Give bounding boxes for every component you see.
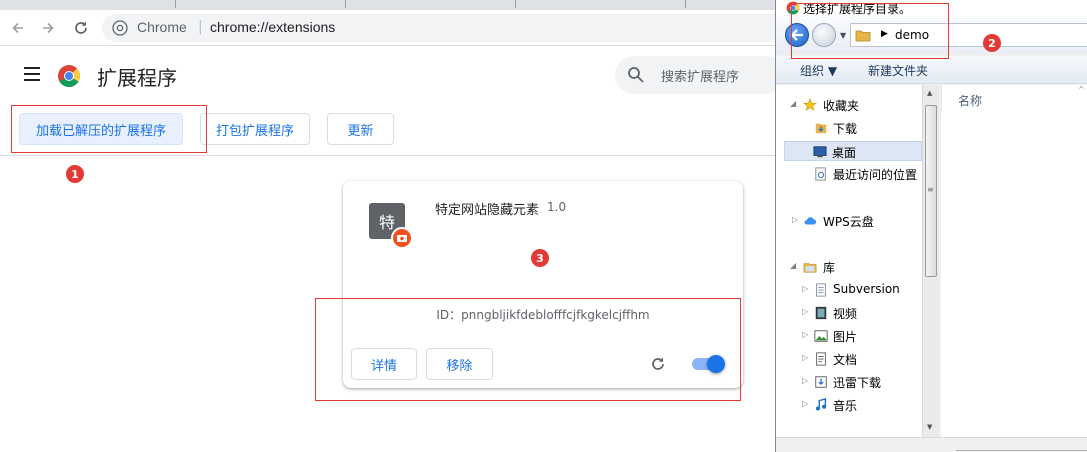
extension-name: 特定网站隐藏元素 (435, 203, 540, 218)
tree-item-music[interactable]: ▷ 音乐 (776, 395, 928, 415)
document-library-icon (816, 283, 826, 297)
picture-icon (814, 330, 828, 342)
tree-label: Subversion (833, 282, 900, 296)
tree-label: 图片 (833, 330, 858, 344)
download-folder-icon (815, 376, 827, 388)
tree-label: 视频 (833, 307, 858, 321)
unpacked-badge-icon (391, 227, 413, 249)
expand-icon[interactable]: ▷ (802, 376, 808, 385)
filename-field-edge (956, 450, 1087, 451)
annotation-marker-3: 3 (531, 249, 549, 267)
star-icon (803, 98, 817, 111)
extensions-search[interactable]: 搜索扩展程序 (615, 56, 785, 94)
arrow-left-icon (12, 22, 23, 34)
file-list-pane: 名称 ^ (941, 85, 1087, 437)
tree-label: 最近访问的位置 (833, 168, 918, 182)
extensions-header: 扩展程序 搜索扩展程序 (0, 47, 785, 103)
annotation-box-3 (315, 298, 741, 401)
collapse-icon[interactable]: ◢ (790, 99, 796, 108)
arrow-right-icon (43, 22, 54, 34)
sort-indicator-icon: ^ (1078, 85, 1085, 94)
desktop-icon (813, 146, 827, 158)
cloud-icon (804, 217, 817, 225)
chrome-logo-icon (58, 65, 80, 87)
tree-label: 库 (823, 261, 836, 275)
library-icon (803, 263, 817, 273)
tree-item-videos[interactable]: ▷ 视频 (776, 303, 928, 323)
url-divider: | (198, 19, 203, 35)
back-button[interactable] (6, 16, 30, 40)
annotation-marker-2: 2 (983, 34, 1001, 52)
tree-item-recent[interactable]: 最近访问的位置 (776, 164, 928, 184)
expand-icon[interactable]: ▷ (802, 330, 808, 339)
music-note-icon (815, 398, 827, 411)
tree-label: WPS云盘 (823, 215, 874, 229)
tree-item-xunlei[interactable]: ▷ 迅雷下载 (776, 372, 928, 392)
folder-download-icon (815, 123, 827, 134)
tree-item-desktop[interactable]: 桌面 (784, 141, 922, 161)
scroll-up-icon[interactable]: ▲ (927, 89, 932, 97)
annotation-marker-1: 1 (66, 165, 84, 183)
navigation-tree: ◢ 收藏夹 下载 桌面 最近访问的位置 ▷ WPS云盘 ◢ 库 ▷ Subver… (776, 85, 928, 437)
tree-item-favorites[interactable]: ◢ 收藏夹 (776, 95, 928, 115)
url-text: chrome://extensions (210, 19, 336, 35)
site-name: Chrome (137, 19, 187, 35)
tree-item-subversion[interactable]: ▷ Subversion (776, 280, 928, 300)
expand-icon[interactable]: ▷ (802, 307, 808, 316)
expand-icon[interactable]: ▷ (802, 284, 808, 293)
hamburger-menu-icon[interactable] (24, 67, 42, 81)
page-title: 扩展程序 (97, 66, 177, 90)
document-icon (816, 352, 826, 366)
tree-label: 文档 (833, 353, 858, 367)
tab-separator (685, 0, 686, 8)
reload-button[interactable] (69, 16, 93, 40)
collapse-icon[interactable]: ◢ (790, 261, 796, 270)
folder-picker-dialog: 选择扩展程序目录。 ▼ ▶ demo 组织 ▼ 新建文件夹 ◢ 收藏夹 下载 桌… (775, 0, 1087, 452)
search-icon (628, 67, 644, 83)
tree-label: 桌面 (832, 146, 857, 160)
tree-label: 音乐 (833, 399, 858, 413)
tab-separator (175, 0, 176, 8)
scroll-down-icon[interactable]: ▼ (927, 423, 932, 431)
column-header-name[interactable]: 名称 (958, 92, 982, 109)
search-placeholder: 搜索扩展程序 (661, 70, 740, 85)
tab-separator (345, 0, 346, 8)
expand-icon[interactable]: ▷ (792, 215, 798, 224)
tree-item-libraries[interactable]: ◢ 库 (776, 257, 928, 277)
tree-item-pictures[interactable]: ▷ 图片 (776, 326, 928, 346)
new-folder-button[interactable]: 新建文件夹 (868, 62, 928, 79)
expand-icon[interactable]: ▷ (802, 353, 808, 362)
pack-extension-button[interactable]: 打包扩展程序 (200, 113, 310, 145)
tab-strip (0, 0, 775, 10)
reload-icon (75, 22, 87, 34)
recent-places-icon (815, 167, 826, 181)
tree-item-wps[interactable]: ▷ WPS云盘 (776, 211, 928, 231)
chrome-site-icon (112, 20, 128, 36)
expand-icon[interactable]: ▷ (802, 399, 808, 408)
browser-toolbar: Chrome | chrome://extensions (0, 10, 792, 46)
organize-menu[interactable]: 组织 ▼ (800, 62, 837, 79)
tree-item-documents[interactable]: ▷ 文档 (776, 349, 928, 369)
tree-label: 迅雷下载 (833, 376, 882, 390)
chrome-window: Chrome | chrome://extensions 扩展程序 搜索扩展程序… (0, 0, 792, 452)
address-bar[interactable]: Chrome | chrome://extensions (102, 14, 792, 42)
tree-scrollbar[interactable]: ▲ ≡ ▼ (922, 85, 939, 437)
update-button[interactable]: 更新 (327, 113, 394, 145)
extension-version: 1.0 (547, 200, 567, 214)
column-separator (941, 85, 942, 113)
dialog-command-bar: 组织 ▼ 新建文件夹 (776, 56, 1087, 84)
tree-item-downloads[interactable]: 下载 (776, 118, 928, 138)
video-icon (815, 306, 827, 320)
tree-label: 收藏夹 (823, 99, 860, 113)
dialog-bottom-area (776, 437, 1087, 452)
scroll-grip-icon: ≡ (927, 185, 934, 194)
annotation-box-1 (11, 105, 207, 153)
tree-label: 下载 (833, 122, 858, 136)
tab-separator (515, 0, 516, 8)
forward-button[interactable] (36, 16, 60, 40)
annotation-box-2 (791, 3, 949, 59)
